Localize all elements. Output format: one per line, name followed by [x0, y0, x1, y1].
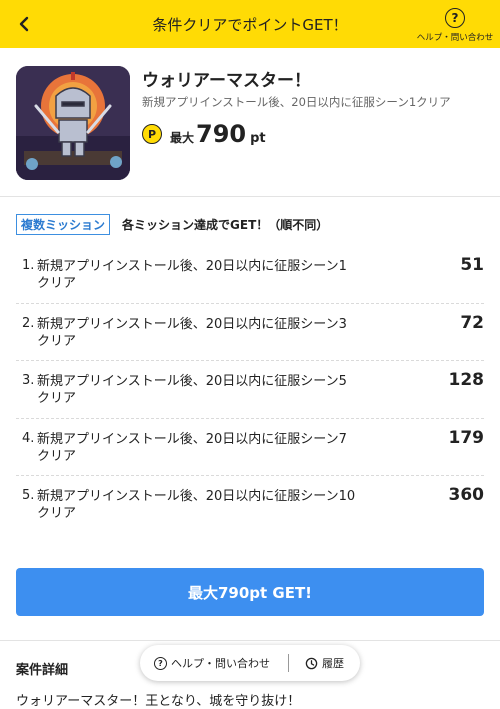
- multi-mission-badge: 複数ミッション: [16, 214, 111, 235]
- details-title: 案件詳細: [16, 663, 69, 678]
- mission-index: 3.: [22, 373, 35, 388]
- mission-item: 3. 新規アプリインストール後、20日以内に征服シーン5クリア 128: [16, 361, 484, 419]
- mission-list: 1. 新規アプリインストール後、20日以内に征服シーン1クリア 51 2. 新規…: [16, 246, 484, 534]
- mission-index: 5.: [22, 488, 35, 503]
- max-label: 最大: [170, 131, 195, 145]
- help-icon: ?: [445, 8, 465, 28]
- floating-action-bar: ? ヘルプ・問い合わせ 履歴: [140, 645, 360, 681]
- divider: [0, 196, 500, 197]
- chevron-left-icon: [19, 16, 29, 32]
- app-name: ウォリアーマスター！: [142, 71, 311, 91]
- floating-help-button[interactable]: ? ヘルプ・問い合わせ: [140, 655, 288, 671]
- mission-text: 新規アプリインストール後、20日以内に征服シーン3クリア: [37, 316, 347, 349]
- mission-points: 128: [448, 370, 485, 390]
- mission-item: 5. 新規アプリインストール後、20日以内に征服シーン10クリア 360: [16, 476, 484, 534]
- app-icon: [16, 66, 130, 180]
- mission-index: 4.: [22, 430, 35, 446]
- mission-item: 2. 新規アプリインストール後、20日以内に征服シーン3クリア 72: [16, 304, 484, 361]
- get-points-button[interactable]: 最大790pt GET!: [16, 568, 484, 616]
- history-button[interactable]: 履歴: [289, 655, 344, 671]
- help-label: ヘルプ・問い合わせ: [416, 33, 494, 43]
- app-summary: ウォリアーマスター！ 新規アプリインストール後、20日以内に征服シーン1クリア …: [16, 66, 484, 180]
- mission-index: 2.: [22, 315, 35, 331]
- mission-text: 新規アプリインストール後、20日以内に征服シーン10クリア: [37, 489, 356, 521]
- floating-help-label: ヘルプ・問い合わせ: [171, 657, 270, 670]
- mission-text: 新規アプリインストール後、20日以内に征服シーン1クリア: [37, 259, 347, 291]
- points-unit: pt: [250, 131, 266, 146]
- mission-item: 4. 新規アプリインストール後、20日以内に征服シーン7クリア 179: [16, 419, 485, 476]
- help-icon: ?: [154, 656, 167, 670]
- back-button[interactable]: [12, 12, 36, 36]
- max-points-value: 790: [196, 120, 247, 148]
- point-coin-icon: P: [142, 124, 162, 144]
- mission-points: 179: [448, 427, 485, 448]
- history-icon: [305, 657, 318, 669]
- mission-item: 1. 新規アプリインストール後、20日以内に征服シーン1クリア 51: [16, 246, 484, 304]
- mission-points: 360: [448, 485, 485, 505]
- mission-text: 新規アプリインストール後、20日以内に征服シーン5クリア: [37, 374, 347, 406]
- mission-points: 72: [460, 312, 484, 333]
- top-bar: 条件クリアでポイントGET！ ? ヘルプ・問い合わせ: [0, 0, 500, 48]
- page-title: 条件クリアでポイントGET！: [152, 15, 348, 34]
- max-points: P 最大 790 pt: [142, 120, 266, 148]
- mission-header: 複数ミッション 各ミッション達成でGET！（順不同）: [16, 214, 328, 235]
- mission-text: 新規アプリインストール後、20日以内に征服シーン7クリア: [37, 431, 347, 464]
- mission-points: 51: [460, 255, 484, 275]
- mission-index: 1.: [22, 258, 35, 273]
- app-description: 新規アプリインストール後、20日以内に征服シーン1クリア: [142, 95, 451, 109]
- divider: [0, 640, 500, 641]
- history-label: 履歴: [322, 657, 344, 670]
- mission-subtitle: 各ミッション達成でGET！（順不同）: [122, 218, 329, 232]
- help-button[interactable]: ? ヘルプ・問い合わせ: [416, 8, 494, 44]
